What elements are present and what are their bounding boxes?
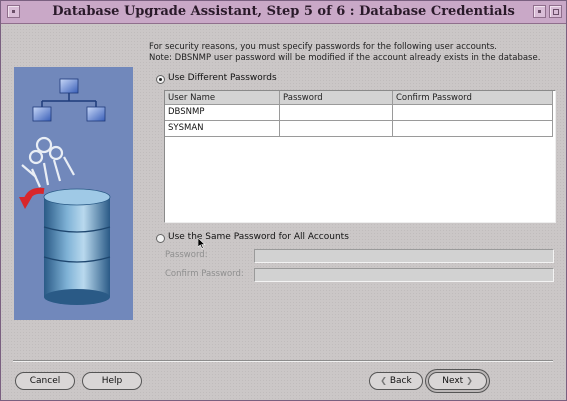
cell-confirm-password-1[interactable] [393,105,553,121]
maximize-button[interactable] [549,5,562,18]
radio-different-passwords[interactable] [156,75,165,84]
back-label: Back [389,376,412,386]
cancel-button[interactable]: Cancel [15,372,75,390]
next-label: Next [442,376,464,386]
radio-same-password-label[interactable]: Use the Same Password for All Accounts [168,232,349,242]
cell-password-1[interactable] [280,105,393,121]
confirm-password-field[interactable] [254,268,554,282]
next-button[interactable]: Next ❯ [428,372,487,390]
message-line-1: For security reasons, you must specify p… [149,42,498,52]
keys-icon [21,136,75,188]
column-header-user-name[interactable]: User Name [165,91,280,105]
confirm-password-label: Confirm Password: [165,269,244,279]
window-title: Database Upgrade Assistant, Step 5 of 6 … [52,4,515,19]
help-label: Help [101,376,123,386]
minimize-button[interactable] [533,5,546,18]
cell-user-name-2: SYSMAN [165,121,280,137]
rotate-arrow-icon [19,187,45,209]
wizard-illustration [14,67,133,320]
minimize-icon [538,10,541,13]
cell-password-2[interactable] [280,121,393,137]
cell-confirm-password-2[interactable] [393,121,553,137]
maximize-icon [553,9,559,15]
chevron-right-icon: ❯ [466,376,473,385]
button-separator [13,360,553,362]
chevron-left-icon: ❮ [380,376,387,385]
message-line-2: Note: DBSNMP user password will be modif… [149,53,541,63]
column-header-confirm-password[interactable]: Confirm Password [393,91,553,105]
security-message: For security reasons, you must specify p… [149,42,540,64]
back-button[interactable]: ❮ Back [369,372,423,390]
radio-same-password[interactable] [156,234,165,243]
cancel-label: Cancel [29,376,61,386]
database-icon [43,188,111,305]
network-icon [32,78,106,122]
dialog-window: Database Upgrade Assistant, Step 5 of 6 … [0,0,567,401]
title-bar[interactable]: Database Upgrade Assistant, Step 5 of 6 … [1,1,566,24]
credentials-table[interactable]: User Name Password Confirm Password DBSN… [164,90,556,223]
help-button[interactable]: Help [82,372,142,390]
column-header-password[interactable]: Password [280,91,393,105]
mouse-cursor-icon [198,238,206,249]
cell-user-name-1: DBSNMP [165,105,280,121]
radio-different-passwords-label[interactable]: Use Different Passwords [168,73,277,83]
password-field[interactable] [254,249,554,263]
password-label: Password: [165,250,208,260]
